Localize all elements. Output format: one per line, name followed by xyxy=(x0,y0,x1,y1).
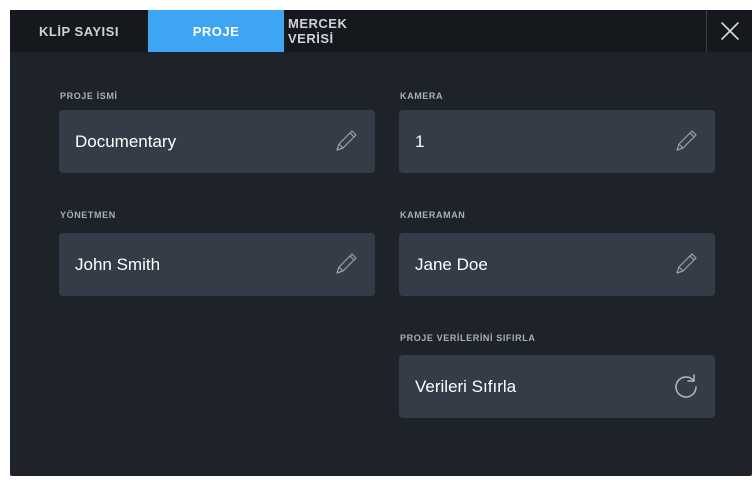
tab-divider xyxy=(706,10,707,52)
tab-lens-data[interactable]: MERCEK VERİSİ xyxy=(284,10,394,52)
edit-button[interactable] xyxy=(671,126,701,156)
pencil-icon xyxy=(676,253,697,274)
director-label: YÖNETMEN xyxy=(60,210,116,220)
edit-button[interactable] xyxy=(331,126,361,156)
edit-button[interactable] xyxy=(331,249,361,279)
camera-operator-value: Jane Doe xyxy=(415,254,488,274)
camera-operator-label: KAMERAMAN xyxy=(400,210,466,220)
reset-data-button[interactable]: Verileri Sıfırla xyxy=(399,355,715,418)
project-name-label: PROJE İSMİ xyxy=(60,91,118,101)
close-icon xyxy=(721,22,739,40)
tab-clip-count[interactable]: KLİP SAYISI xyxy=(10,10,148,52)
director-field[interactable]: John Smith xyxy=(59,233,375,296)
tab-project[interactable]: PROJE xyxy=(148,10,284,52)
camera-value: 1 xyxy=(415,131,425,151)
reset-data-value: Verileri Sıfırla xyxy=(415,376,517,396)
director-value: John Smith xyxy=(75,254,161,274)
project-name-field[interactable]: Documentary xyxy=(59,110,375,173)
camera-field[interactable]: 1 xyxy=(399,110,715,173)
pencil-icon xyxy=(676,130,697,151)
close-button[interactable] xyxy=(717,18,743,44)
camera-label: KAMERA xyxy=(400,91,444,101)
reset-action[interactable] xyxy=(671,371,701,401)
reset-project-data-label: PROJE VERİLERİNİ SIFIRLA xyxy=(400,333,536,343)
pencil-icon xyxy=(336,130,357,151)
project-name-value: Documentary xyxy=(75,131,177,151)
project-settings-panel: KLİP SAYISI PROJE MERCEK VERİSİ PROJE İS… xyxy=(10,10,752,476)
camera-operator-field[interactable]: Jane Doe xyxy=(399,233,715,296)
edit-button[interactable] xyxy=(671,249,701,279)
tab-bar: KLİP SAYISI PROJE MERCEK VERİSİ xyxy=(10,10,752,52)
refresh-icon xyxy=(675,374,697,398)
pencil-icon xyxy=(336,253,357,274)
